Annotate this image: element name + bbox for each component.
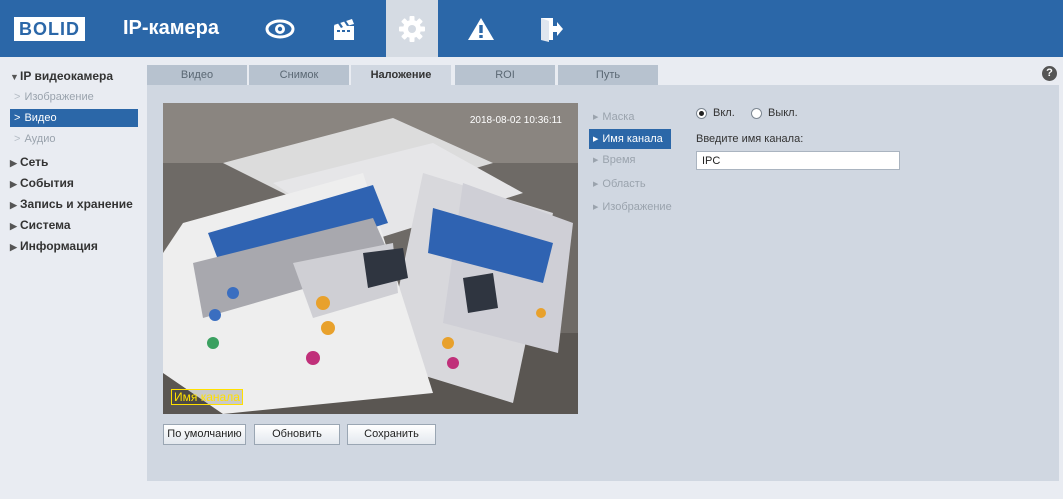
tab-overlay[interactable]: Наложение — [351, 65, 451, 85]
expand-right-icon: ▶ — [10, 158, 17, 168]
sidebar-group-events[interactable]: ▶ События — [10, 176, 74, 191]
sidebar-group-label: IP видеокамера — [20, 69, 114, 83]
logout-button[interactable] — [525, 0, 577, 57]
help-icon[interactable]: ? — [1042, 66, 1057, 81]
video-preview[interactable]: 2018-08-02 10:36:11 Имя канала — [163, 103, 578, 414]
radio-unchecked-icon — [751, 107, 762, 119]
gear-icon — [399, 15, 425, 42]
overlay-menu-label: Область — [602, 178, 646, 190]
logo-text: BOLID — [14, 17, 85, 41]
live-view-button[interactable] — [254, 0, 306, 57]
chevron-right-icon: > — [14, 91, 21, 103]
alarm-button[interactable] — [455, 0, 507, 57]
channel-name-label: Введите имя канала: — [696, 133, 804, 145]
overlay-menu-label: Изображение — [602, 201, 672, 213]
sidebar-group-label: Информация — [20, 239, 98, 253]
expand-right-icon: ▶ — [10, 242, 17, 252]
overlay-menu-label: Маска — [602, 111, 635, 123]
save-button[interactable]: Сохранить — [347, 424, 436, 445]
triangle-right-icon: ▶ — [593, 136, 599, 143]
refresh-button[interactable]: Обновить — [254, 424, 340, 445]
camera-scene-image — [163, 103, 578, 414]
overlay-menu-label: Время — [602, 154, 636, 166]
video-timestamp: 2018-08-02 10:36:11 — [469, 115, 562, 126]
sidebar-item-video[interactable]: > Видео — [10, 109, 138, 127]
sidebar-item-label: Видео — [24, 112, 57, 124]
expand-right-icon: ▶ — [10, 221, 17, 231]
sidebar-group-label: Сеть — [20, 155, 49, 169]
logout-icon — [541, 17, 563, 42]
expand-down-icon: ▼ — [10, 72, 19, 82]
channel-name-overlay[interactable]: Имя канала — [171, 389, 243, 405]
sidebar-group-ip-camera[interactable]: ▼IP видеокамера — [10, 69, 113, 84]
clapperboard-icon — [334, 18, 354, 40]
overlay-menu-mask[interactable]: ▶ Маска — [589, 107, 671, 127]
app-title: IP-камера — [123, 17, 219, 39]
tab-snapshot[interactable]: Снимок — [249, 65, 349, 85]
playback-button[interactable] — [318, 0, 370, 57]
radio-checked-icon — [696, 107, 707, 119]
sidebar-group-label: Запись и хранение — [20, 197, 133, 211]
triangle-right-icon: ▶ — [593, 181, 599, 188]
triangle-right-icon: ▶ — [593, 204, 599, 211]
sidebar-item-audio[interactable]: > Аудио — [10, 130, 138, 148]
radio-on-label: Вкл. — [713, 107, 735, 119]
overlay-menu-area[interactable]: ▶ Область — [589, 174, 671, 194]
tab-path[interactable]: Путь — [558, 65, 658, 85]
chevron-right-icon: > — [14, 112, 21, 124]
eye-icon — [265, 19, 295, 38]
sidebar-group-network[interactable]: ▶ Сеть — [10, 155, 48, 170]
warning-icon — [468, 17, 494, 40]
chevron-right-icon: > — [14, 133, 21, 145]
overlay-menu-time[interactable]: ▶ Время — [589, 150, 671, 170]
radio-off[interactable]: Выкл. — [751, 107, 798, 119]
sidebar-item-label: Аудио — [24, 133, 56, 145]
default-button[interactable]: По умолчанию — [163, 424, 246, 445]
channel-name-input[interactable] — [696, 151, 900, 170]
radio-on[interactable]: Вкл. — [696, 107, 735, 119]
sidebar-item-image[interactable]: > Изображение — [10, 88, 138, 106]
overlay-menu-channel-name[interactable]: ▶ Имя канала — [589, 129, 671, 149]
expand-right-icon: ▶ — [10, 200, 17, 210]
overlay-menu-image[interactable]: ▶ Изображение — [589, 197, 672, 217]
overlay-menu-label: Имя канала — [602, 133, 663, 145]
sidebar-group-system[interactable]: ▶ Система — [10, 218, 71, 233]
brand-logo: BOLID — [14, 17, 85, 42]
sidebar-group-label: Система — [20, 218, 71, 232]
sidebar-group-storage[interactable]: ▶ Запись и хранение — [10, 197, 133, 212]
triangle-right-icon: ▶ — [593, 157, 599, 164]
radio-off-label: Выкл. — [768, 107, 798, 119]
sidebar-group-label: События — [20, 176, 74, 190]
settings-button[interactable] — [386, 0, 438, 57]
tab-video[interactable]: Видео — [147, 65, 247, 85]
tab-roi[interactable]: ROI — [455, 65, 555, 85]
expand-right-icon: ▶ — [10, 179, 17, 189]
sidebar-item-label: Изображение — [24, 91, 94, 103]
triangle-right-icon: ▶ — [593, 114, 599, 121]
sidebar-group-info[interactable]: ▶ Информация — [10, 239, 98, 254]
top-header: BOLID IP-камера — [0, 0, 1063, 57]
